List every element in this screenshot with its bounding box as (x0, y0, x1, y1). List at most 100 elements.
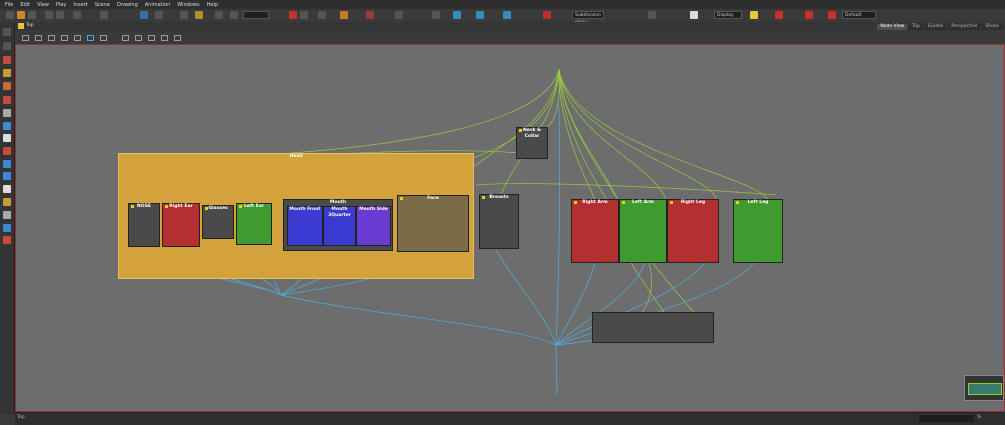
select-icon[interactable] (395, 11, 403, 19)
navigator-minimap[interactable] (964, 375, 1004, 401)
crop-icon[interactable] (432, 11, 440, 19)
group-left-leg[interactable]: Left Leg (733, 199, 783, 263)
skew-icon[interactable] (503, 11, 511, 19)
bone-icon[interactable] (318, 11, 326, 19)
group-mouth-side[interactable]: Mouth Side (356, 206, 391, 246)
light-icon[interactable] (750, 11, 758, 19)
copy-icon[interactable] (56, 11, 64, 19)
menu-file[interactable]: File (5, 2, 13, 8)
group-face[interactable]: Face (397, 195, 469, 252)
group-glasses[interactable]: Glasses (202, 205, 234, 239)
eraser-tool-icon[interactable] (3, 96, 11, 104)
drawing-node-icon[interactable] (35, 35, 42, 41)
grid-icon[interactable] (155, 11, 163, 19)
cutter-tool-icon[interactable] (3, 211, 11, 219)
tab-top[interactable]: Top (26, 23, 34, 28)
text-tool-icon[interactable] (3, 109, 11, 117)
peg-node-icon[interactable] (22, 35, 29, 41)
render-icon[interactable] (690, 11, 698, 19)
zoom-field[interactable] (243, 11, 269, 19)
menu-play[interactable]: Play (56, 2, 66, 8)
menu-view[interactable]: View (37, 2, 49, 8)
menu-drawing[interactable]: Drawing (117, 2, 138, 8)
record-icon[interactable] (289, 11, 297, 19)
cutter-node-icon[interactable] (87, 35, 94, 41)
group-right-leg[interactable]: Right Leg (667, 199, 719, 263)
open-icon[interactable] (17, 11, 25, 19)
group-neck-collar[interactable]: Neck & Collar (516, 127, 548, 159)
tab-guides[interactable]: Guides (924, 24, 947, 30)
menu-help[interactable]: Help (207, 2, 218, 8)
zoom-tool-icon[interactable] (3, 224, 11, 232)
group-left-ear[interactable]: Left Ear (236, 203, 272, 245)
scale-icon[interactable] (476, 11, 484, 19)
transform-tool-icon[interactable] (3, 198, 11, 206)
keyframe-add-icon[interactable] (805, 11, 813, 19)
menu-windows[interactable]: Windows (177, 2, 199, 8)
undo-icon[interactable] (73, 11, 81, 19)
menu-scene[interactable]: Scene (95, 2, 110, 8)
minimap-viewport[interactable] (968, 383, 1002, 395)
keyframe-icon[interactable] (775, 11, 783, 19)
group-right-ear[interactable]: Right Ear (162, 203, 200, 247)
effect-node-icon[interactable] (100, 35, 107, 41)
cut-icon[interactable] (45, 11, 53, 19)
paint-icon[interactable] (340, 11, 348, 19)
composite-node-icon[interactable] (48, 35, 55, 41)
line-tool-icon[interactable] (3, 147, 11, 155)
kinematic-node-icon[interactable] (161, 35, 168, 41)
group-right-arm-title: Right Arm (582, 200, 608, 205)
transform-icon[interactable] (100, 11, 108, 19)
zoom-icon[interactable] (215, 11, 223, 19)
group-body-composite[interactable] (592, 312, 714, 343)
deformation-node-icon[interactable] (148, 35, 155, 41)
display-select[interactable]: Display (714, 11, 742, 19)
ellipse-tool-icon[interactable] (3, 134, 11, 142)
deformer-icon[interactable] (300, 11, 308, 19)
menu-insert[interactable]: Insert (73, 2, 87, 8)
group-mouth-front[interactable]: Mouth Front (287, 206, 323, 246)
menu-animation[interactable]: Animation (145, 2, 171, 8)
bone-node-icon[interactable] (174, 35, 181, 41)
group-nose[interactable]: NOSE (128, 203, 160, 247)
move-icon[interactable] (453, 11, 461, 19)
paint-bucket-icon[interactable] (3, 82, 11, 90)
tab-top-view[interactable]: Top (909, 24, 923, 30)
new-icon[interactable] (6, 11, 14, 19)
dropper-tool-icon[interactable] (3, 172, 11, 180)
brush-tool-icon[interactable] (3, 56, 11, 64)
write-node-icon[interactable] (135, 35, 142, 41)
rectangle-tool-icon[interactable] (3, 122, 11, 130)
group-node-icon[interactable] (61, 35, 68, 41)
group-mouth-3quarter[interactable]: Mouth 3Quarter (323, 206, 356, 246)
zoom-input[interactable] (919, 415, 974, 422)
keyframe-remove-icon[interactable] (828, 11, 836, 19)
polyline-tool-icon[interactable] (3, 160, 11, 168)
subdivision-select[interactable]: Subdivision (OFF) (572, 11, 604, 26)
zoom-percent-label: % (977, 415, 982, 420)
group-breasts[interactable]: Breasts (479, 194, 519, 249)
select-tool-icon[interactable] (3, 28, 11, 36)
peg-icon[interactable] (543, 11, 551, 19)
menu-edit[interactable]: Edit (20, 2, 30, 8)
node-view-canvas[interactable]: Head NOSE Right Ear Glasses Left Ear Mou… (15, 44, 1005, 412)
tab-perspective[interactable]: Perspective (948, 24, 981, 30)
eraser-icon[interactable] (366, 11, 374, 19)
save-icon[interactable] (28, 11, 36, 19)
tab-node-view[interactable]: Node View (877, 24, 908, 30)
group-right-arm[interactable]: Right Arm (571, 199, 619, 263)
group-left-arm[interactable]: Left Arm (619, 199, 667, 263)
pencil-tool-icon[interactable] (3, 69, 11, 77)
camera-node-icon[interactable] (122, 35, 129, 41)
camera-icon[interactable] (140, 11, 148, 19)
tab-shoes[interactable]: Shoes (982, 24, 1002, 30)
workspace-select[interactable]: Default (842, 11, 876, 19)
display-node-icon[interactable] (74, 35, 81, 41)
rotate-icon[interactable] (230, 11, 238, 19)
stroke-tool-icon[interactable] (3, 236, 11, 244)
hand-tool-icon[interactable] (3, 185, 11, 193)
onion-skin-icon[interactable] (180, 11, 188, 19)
contour-editor-icon[interactable] (3, 42, 11, 50)
light-table-icon[interactable] (195, 11, 203, 19)
pivot-icon[interactable] (648, 11, 656, 19)
